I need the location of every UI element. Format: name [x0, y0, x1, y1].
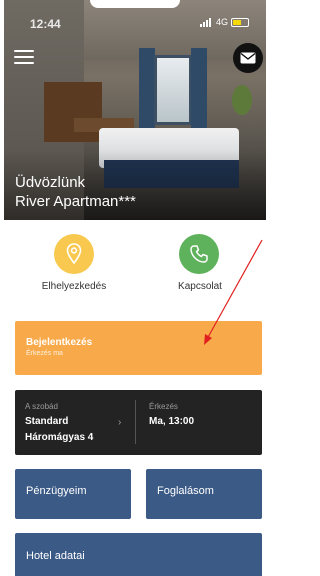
arrival-value: Ma, 13:00	[149, 416, 195, 427]
status-time: 12:44	[30, 17, 61, 31]
battery-icon	[231, 17, 250, 27]
contact-label: Kapcsolat	[178, 281, 222, 292]
checkin-title: Bejelentkezés	[26, 337, 93, 348]
room-name: Háromágyas 4	[25, 432, 94, 443]
status-indicators: 4G	[200, 17, 250, 27]
booking-label: Foglalásom	[157, 485, 214, 497]
menu-icon[interactable]	[14, 50, 34, 64]
finance-button[interactable]: Pénzügyeim	[15, 469, 131, 519]
apartment-name: River Apartman***	[15, 193, 136, 210]
notch	[90, 0, 180, 8]
location-button[interactable]	[54, 234, 94, 274]
finance-label: Pénzügyeim	[26, 485, 87, 497]
welcome-text: Üdvözlünk	[15, 174, 86, 191]
hotel-info-label: Hotel adatai	[26, 550, 85, 562]
checkin-button[interactable]: Bejelentkezés Érkezés ma	[15, 321, 262, 375]
room-caption: A szobád	[25, 402, 58, 411]
room-card[interactable]: A szobád Standard Háromágyas 4 › Érkezés…	[15, 390, 262, 455]
room-divider	[135, 400, 136, 444]
mail-button[interactable]	[233, 43, 263, 73]
room-type: Standard	[25, 416, 69, 427]
location-pin-icon	[66, 243, 82, 265]
location-label: Elhelyezkedés	[41, 281, 107, 292]
arrival-caption: Érkezés	[149, 402, 178, 411]
contact-button[interactable]	[179, 234, 219, 274]
mail-icon	[240, 52, 256, 64]
chevron-right-icon: ›	[118, 417, 122, 428]
network-label: 4G	[216, 17, 229, 27]
checkin-subtitle: Érkezés ma	[26, 350, 63, 357]
hotel-info-button[interactable]: Hotel adatai	[15, 533, 262, 576]
booking-button[interactable]: Foglalásom	[146, 469, 262, 519]
phone-icon	[190, 245, 208, 263]
signal-icon	[200, 17, 213, 27]
status-bar: 12:44 4G	[0, 0, 265, 45]
